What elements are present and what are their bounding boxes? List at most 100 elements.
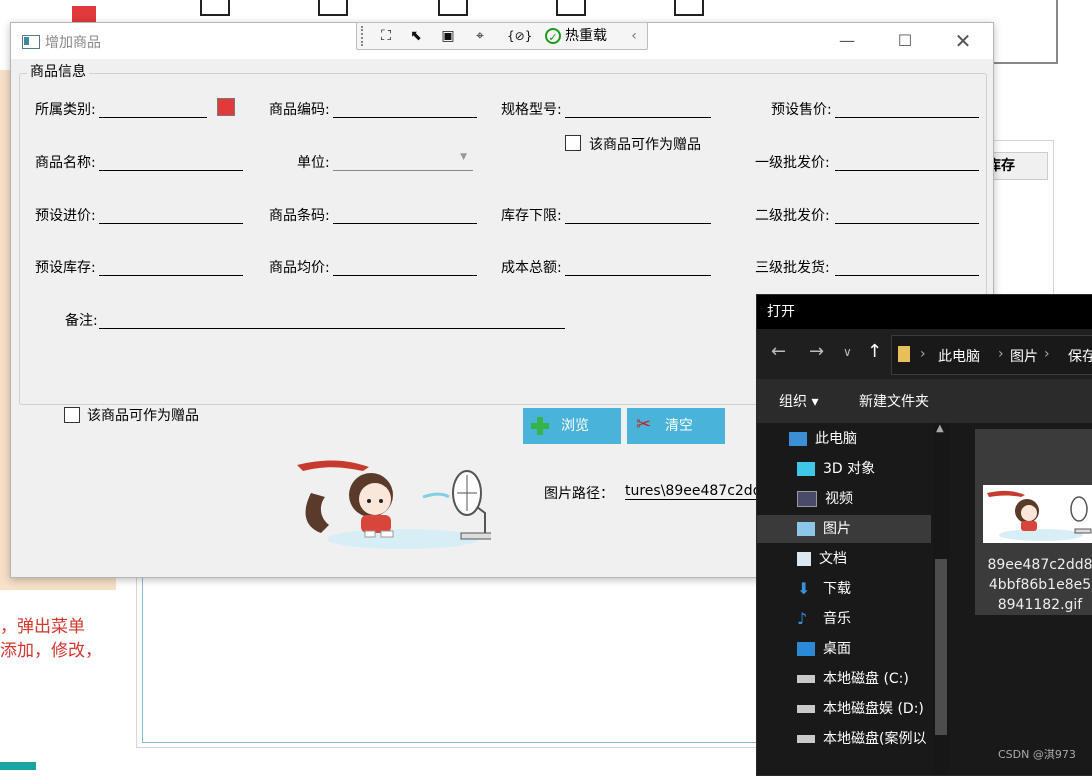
download-icon: ⬇ bbox=[797, 579, 811, 598]
tree-item-documents[interactable]: 文档 bbox=[757, 545, 931, 573]
category-picker-button[interactable] bbox=[217, 98, 235, 116]
preset-cost-input[interactable] bbox=[99, 205, 243, 224]
address-bar[interactable]: › 此电脑 › 图片 › 保存 bbox=[891, 335, 1092, 375]
tree-item-drive-e[interactable]: 本地磁盘(案例以 bbox=[757, 725, 931, 753]
tree-item-drive-d[interactable]: 本地磁盘娱 (D:) bbox=[757, 695, 931, 723]
gift-checkbox-2-label[interactable]: 该商品可作为赠品 bbox=[87, 405, 199, 425]
minimize-icon[interactable]: — bbox=[825, 23, 869, 59]
wholesale2-input[interactable] bbox=[835, 205, 979, 224]
debug-toolbar: ⛶ ⬉ ▣ ⌖ {⊘} ✓ 热重载 ‹ bbox=[356, 22, 648, 50]
image-path-input[interactable]: tures\89ee487c2dd bbox=[625, 483, 757, 500]
tree-item-desktop[interactable]: 桌面 bbox=[757, 635, 931, 663]
tree-item-3d-objects[interactable]: 3D 对象 bbox=[757, 455, 931, 483]
category-input[interactable] bbox=[99, 99, 207, 118]
export-icon[interactable] bbox=[556, 0, 586, 16]
chevron-right-icon: › bbox=[920, 346, 926, 362]
spec-label: 规格型号: bbox=[501, 102, 562, 118]
video-icon bbox=[797, 491, 817, 507]
background-note-line: 添加，修改， bbox=[0, 641, 102, 661]
tree-item-music[interactable]: ♪ 音乐 bbox=[757, 605, 931, 633]
chevron-right-icon: › bbox=[1044, 346, 1050, 362]
code-label: 商品编码: bbox=[269, 102, 330, 118]
file-dialog-title[interactable]: 打开 bbox=[757, 295, 1092, 329]
recent-dropdown-icon[interactable]: ∨ bbox=[843, 345, 852, 359]
file-list: 89ee487c2dd8 4bbf86b1e8e5 8941182.gif bbox=[953, 423, 1092, 775]
exit-icon[interactable] bbox=[674, 0, 704, 16]
wholesale3-input[interactable] bbox=[835, 257, 979, 276]
gift-checkbox-2[interactable] bbox=[64, 407, 80, 423]
unit-dropdown[interactable]: ▼ bbox=[333, 152, 473, 171]
file-open-dialog: 打开 ← → ∨ ↑ › 此电脑 › 图片 › 保存 组织 ▾ 新建文件夹 此电… bbox=[756, 294, 1092, 776]
file-tile[interactable]: 89ee487c2dd8 4bbf86b1e8e5 8941182.gif bbox=[975, 429, 1092, 615]
table-header-stock: 库存 bbox=[986, 152, 1048, 180]
binding-failures-icon[interactable]: {⊘} bbox=[507, 26, 532, 46]
select-element-icon[interactable]: ⬉ bbox=[405, 26, 427, 46]
file-dialog-nav: ← → ∨ ↑ › 此电脑 › 图片 › 保存 bbox=[757, 329, 1092, 379]
barcode-input[interactable] bbox=[333, 205, 477, 224]
file-thumbnail bbox=[983, 485, 1092, 543]
hot-reload-label: 热重载 bbox=[565, 28, 607, 44]
remark-label: 备注: bbox=[65, 313, 98, 329]
new-folder-button[interactable]: 新建文件夹 bbox=[859, 391, 929, 411]
avg-price-input[interactable] bbox=[333, 257, 477, 276]
add-item-icon[interactable] bbox=[200, 0, 230, 16]
preset-stock-input[interactable] bbox=[99, 257, 243, 276]
tree-item-label: 桌面 bbox=[823, 641, 851, 657]
tree-item-label: 本地磁盘娱 (D:) bbox=[823, 701, 924, 717]
delete-icon[interactable] bbox=[438, 0, 468, 16]
stock-min-input[interactable] bbox=[565, 205, 711, 224]
wholesale1-input[interactable] bbox=[835, 152, 979, 171]
watermark: CSDN @淇973 bbox=[998, 748, 1076, 761]
back-arrow-icon[interactable]: ← bbox=[771, 341, 786, 362]
code-input[interactable] bbox=[333, 99, 477, 118]
preset-stock-label: 预设库存: bbox=[35, 260, 96, 276]
gift-checkbox-label[interactable]: 该商品可作为赠品 bbox=[589, 134, 701, 154]
spec-input[interactable] bbox=[565, 99, 711, 118]
window-title: 增加商品 bbox=[45, 35, 101, 51]
breadcrumb-item[interactable]: 此电脑 bbox=[938, 346, 980, 366]
tree-item-drive-c[interactable]: 本地磁盘 (C:) bbox=[757, 665, 931, 693]
organize-menu[interactable]: 组织 ▾ bbox=[779, 391, 818, 411]
tree-item-pictures[interactable]: 图片 bbox=[757, 515, 931, 543]
remark-input[interactable] bbox=[99, 310, 565, 329]
forward-arrow-icon[interactable]: → bbox=[809, 341, 824, 362]
folder-icon bbox=[898, 346, 910, 362]
breadcrumb-item[interactable]: 图片 bbox=[1010, 346, 1038, 366]
remove-item-icon[interactable] bbox=[318, 0, 348, 16]
product-image-preview bbox=[297, 460, 491, 549]
preset-price-input[interactable] bbox=[835, 99, 979, 118]
tree-item-label: 下载 bbox=[823, 581, 851, 597]
total-cost-input[interactable] bbox=[565, 257, 711, 276]
breadcrumb-item[interactable]: 保存 bbox=[1068, 346, 1092, 366]
background-frame bbox=[990, 0, 1058, 64]
preset-price-label: 预设售价: bbox=[771, 102, 832, 118]
clear-button[interactable]: ✂ 清空 bbox=[627, 408, 725, 444]
hot-reload-button[interactable]: ✓ 热重载 bbox=[545, 25, 607, 47]
track-focus-icon[interactable]: ⌖ bbox=[469, 26, 491, 46]
scroll-up-icon[interactable]: ▲ bbox=[936, 423, 944, 434]
up-arrow-icon[interactable]: ↑ bbox=[867, 341, 882, 362]
avg-price-label: 商品均价: bbox=[269, 260, 330, 276]
live-visual-tree-icon[interactable]: ⛶ bbox=[375, 26, 397, 46]
collapse-toolbar-icon[interactable]: ‹ bbox=[623, 26, 645, 46]
scrollbar-thumb[interactable] bbox=[935, 559, 947, 735]
tree-item-videos[interactable]: 视频 bbox=[757, 485, 931, 513]
tree-item-label: 此电脑 bbox=[815, 431, 857, 447]
image-path-label: 图片路径： bbox=[544, 486, 614, 502]
wholesale2-label: 二级批发价: bbox=[755, 208, 830, 224]
tree-item-label: 图片 bbox=[823, 521, 851, 537]
browse-button[interactable]: 浏览 bbox=[523, 408, 621, 444]
wholesale1-label: 一级批发价: bbox=[755, 155, 830, 171]
close-icon[interactable]: ✕ bbox=[941, 23, 985, 59]
chevron-down-icon: ▼ bbox=[460, 152, 467, 162]
file-dialog-command-bar: 组织 ▾ 新建文件夹 bbox=[757, 379, 1092, 423]
maximize-icon[interactable]: ☐ bbox=[883, 23, 927, 59]
tree-item-downloads[interactable]: ⬇ 下载 bbox=[757, 575, 931, 603]
desktop-icon bbox=[797, 642, 815, 656]
drag-handle[interactable] bbox=[361, 26, 367, 46]
tree-item-label: 视频 bbox=[825, 491, 853, 507]
gift-checkbox[interactable] bbox=[565, 135, 581, 151]
name-input[interactable] bbox=[99, 152, 243, 171]
tree-item-this-pc[interactable]: 此电脑 bbox=[757, 425, 931, 453]
display-adorner-icon[interactable]: ▣ bbox=[437, 26, 459, 46]
